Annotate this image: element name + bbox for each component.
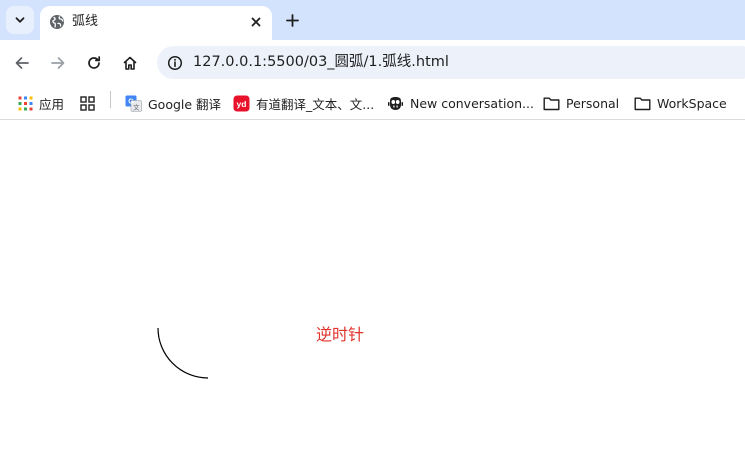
svg-text:yd: yd bbox=[237, 99, 247, 109]
home-icon bbox=[123, 56, 137, 70]
tab-groups-icon bbox=[80, 95, 95, 111]
counterclockwise-arc bbox=[157, 327, 209, 379]
plus-icon bbox=[285, 13, 299, 27]
bookmark-new-conversation[interactable]: New conversation... bbox=[387, 92, 534, 114]
tab-strip: 弧线 bbox=[0, 0, 745, 40]
reload-button[interactable] bbox=[81, 50, 107, 76]
chevron-down-icon bbox=[15, 17, 25, 23]
bookmark-youdao[interactable]: yd 有道翻译_文本、文... bbox=[233, 92, 374, 114]
back-arrow-icon bbox=[15, 57, 29, 69]
bookmark-label: Personal bbox=[566, 95, 620, 111]
home-button[interactable] bbox=[117, 50, 143, 76]
back-button[interactable] bbox=[9, 50, 35, 76]
direction-label: 逆时针 bbox=[316, 325, 365, 344]
bookmark-folder-personal[interactable]: Personal bbox=[543, 92, 619, 114]
bookmark-apps[interactable]: 应用 bbox=[18, 92, 64, 114]
bookmarks-separator bbox=[110, 91, 111, 108]
folder-icon bbox=[543, 97, 560, 110]
tab-search-button[interactable] bbox=[6, 6, 34, 34]
youdao-icon: yd bbox=[233, 95, 250, 111]
folder-icon bbox=[634, 97, 651, 110]
tab-title: 弧线 bbox=[72, 14, 99, 29]
bookmarks-bar: 应用 G 文 Google 翻译 yd 有道翻译_文本、文... New con… bbox=[0, 86, 745, 120]
info-icon bbox=[167, 55, 182, 70]
url-text[interactable]: 127.0.0.1:5500/03_圆弧/1.弧线.html bbox=[193, 53, 449, 72]
bookmark-folder-workspace[interactable]: WorkSpace bbox=[634, 92, 727, 114]
browser-toolbar: 127.0.0.1:5500/03_圆弧/1.弧线.html bbox=[0, 40, 745, 86]
bookmark-google-translate[interactable]: G 文 Google 翻译 bbox=[125, 92, 221, 114]
site-info-button[interactable] bbox=[163, 51, 186, 74]
close-icon bbox=[251, 17, 261, 27]
svg-text:文: 文 bbox=[133, 102, 140, 111]
bookmark-tab-groups[interactable] bbox=[80, 92, 95, 114]
bookmark-label: 应用 bbox=[39, 96, 65, 112]
new-tab-button[interactable] bbox=[280, 8, 304, 32]
page-content: 逆时针 bbox=[0, 121, 745, 455]
bookmark-label: 有道翻译_文本、文... bbox=[256, 96, 375, 112]
google-translate-icon: G 文 bbox=[125, 95, 142, 112]
forward-arrow-icon bbox=[51, 57, 65, 69]
bookmark-label: Google 翻译 bbox=[148, 96, 222, 112]
copilot-icon bbox=[388, 96, 403, 110]
bookmark-label: WorkSpace bbox=[657, 95, 727, 111]
globe-icon bbox=[50, 15, 64, 29]
apps-grid-icon bbox=[18, 96, 33, 110]
arc-canvas bbox=[157, 327, 209, 379]
active-tab[interactable]: 弧线 bbox=[40, 6, 272, 40]
forward-button[interactable] bbox=[45, 50, 71, 76]
address-bar[interactable]: 127.0.0.1:5500/03_圆弧/1.弧线.html bbox=[157, 46, 745, 79]
bookmark-label: New conversation... bbox=[410, 95, 534, 111]
tab-close-button[interactable] bbox=[246, 12, 266, 32]
reload-icon bbox=[88, 56, 101, 69]
